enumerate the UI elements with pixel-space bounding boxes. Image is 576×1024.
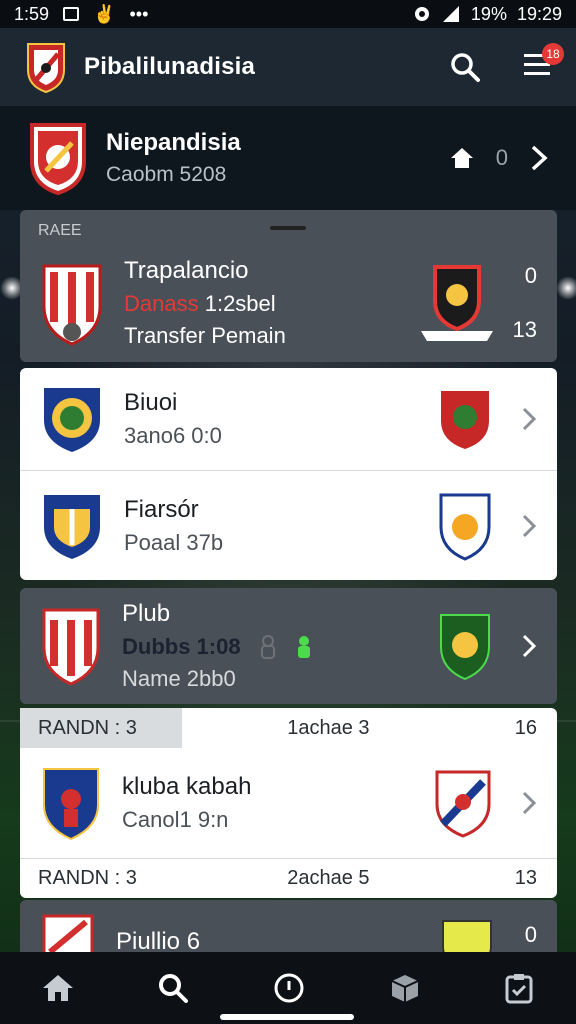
club-score: Dubbs 1:08 [122, 634, 241, 659]
home-icon [450, 148, 473, 168]
section-label: RAEE [38, 222, 82, 239]
club-score: 0 [524, 922, 537, 947]
list-item[interactable]: Fiarsór Poaal 37b [20, 471, 557, 580]
featured-transfer-card[interactable]: RAEE Trapalancio Danass 1:2sbel Transfer… [20, 210, 557, 362]
opponent-crest-icon [435, 770, 491, 838]
drag-handle[interactable] [270, 226, 306, 230]
ranking-label: RANDN : 3 [38, 867, 137, 889]
notification-badge: 18 [542, 42, 564, 65]
opponent-crest-icon [440, 614, 490, 681]
club-crest-icon [43, 768, 99, 841]
score-bottom: 13 [512, 317, 537, 342]
app-title: Pibalilunadisia [84, 53, 256, 80]
battery-percent: 19% [470, 3, 507, 24]
search-icon[interactable] [157, 972, 189, 1004]
club-name: Plub [122, 600, 171, 627]
ranking-strip: RANDN : 3 1achae 3 16 [20, 708, 557, 748]
chevron-right-icon[interactable] [521, 513, 537, 539]
box-icon[interactable] [389, 972, 421, 1004]
status-bar: 1:59 ✌ ••• 19% 19:29 [0, 0, 576, 28]
opponent-crest-icon [441, 391, 489, 449]
ranking-center: 1achae 3 [287, 716, 370, 739]
club-detail: Canol1 9:n [122, 807, 229, 832]
team-header[interactable]: Niepandisia Caobm 5208 0 [0, 106, 576, 210]
score-top: 0 [524, 263, 537, 288]
more-icon: ••• [129, 3, 149, 24]
ranking-center: 2achae 5 [287, 867, 370, 889]
featured-subtitle: Transfer Pemain [124, 323, 286, 348]
club-detail: Name 2bb0 [122, 666, 236, 691]
location-icon [414, 7, 429, 21]
clipboard-icon[interactable] [504, 972, 534, 1004]
team-crest-icon [30, 123, 86, 195]
club-crest-icon [42, 264, 102, 346]
club-name: kluba kabah [122, 773, 252, 800]
search-icon[interactable] [450, 52, 480, 82]
club-detail: 3ano6 0:0 [124, 423, 222, 448]
player-active-icon [297, 636, 310, 658]
home-icon[interactable] [42, 973, 74, 1003]
club-name: Fiarsór [124, 495, 199, 523]
dual-sim-icon: ✌ [93, 3, 116, 24]
app-logo-icon [27, 43, 65, 94]
club-detail: Poaal 37b [124, 529, 224, 555]
opponent-crest-icon [420, 265, 493, 341]
clubs-card: Biuoi 3ano6 0:0 Fiarsór Poaal 37b [20, 368, 557, 580]
list-item[interactable]: kluba kabah Canol1 9:n [20, 748, 557, 858]
player-icon [260, 635, 275, 659]
featured-score: 1:2sbel [204, 291, 276, 316]
status-time-left: 1:59 [14, 3, 50, 24]
ranking-label: RANDN : 3 [20, 708, 182, 748]
team-name: Niepandisia [106, 129, 241, 156]
club-name: Biuoi [124, 389, 178, 416]
home-indicator [220, 1014, 354, 1020]
status-time-right: 19:29 [516, 3, 562, 24]
club-crest-icon [44, 388, 100, 452]
clock-icon[interactable] [273, 972, 305, 1004]
club-crest-icon [42, 608, 100, 686]
team-count: 0 [495, 145, 508, 170]
app-bar: Pibalilunadisia 18 [0, 28, 576, 106]
list-item[interactable]: Biuoi 3ano6 0:0 [20, 368, 557, 470]
ranking-value: 16 [514, 716, 537, 739]
ranking-value: 13 [514, 867, 537, 889]
club-card-dark[interactable]: Plub Dubbs 1:08 Name 2bb0 [20, 588, 557, 704]
team-subtitle: Caobm 5208 [106, 163, 227, 186]
club-crest-icon [44, 494, 100, 559]
menu-button[interactable]: 18 [522, 42, 564, 84]
chevron-right-icon[interactable] [521, 633, 537, 659]
opponent-crest-icon [439, 493, 491, 561]
list-item[interactable]: Piullio 6 0 [20, 900, 557, 960]
featured-title: Trapalancio [124, 257, 249, 284]
signal-icon [442, 6, 459, 22]
bottom-navigation [0, 952, 576, 1024]
chevron-right-icon[interactable] [521, 790, 537, 816]
chevron-right-icon[interactable] [530, 144, 548, 172]
gallery-icon [63, 7, 80, 21]
chevron-right-icon[interactable] [521, 406, 537, 432]
ranking-strip: RANDN : 3 2achae 5 13 [20, 858, 557, 898]
featured-status-red: Danass [124, 291, 199, 316]
